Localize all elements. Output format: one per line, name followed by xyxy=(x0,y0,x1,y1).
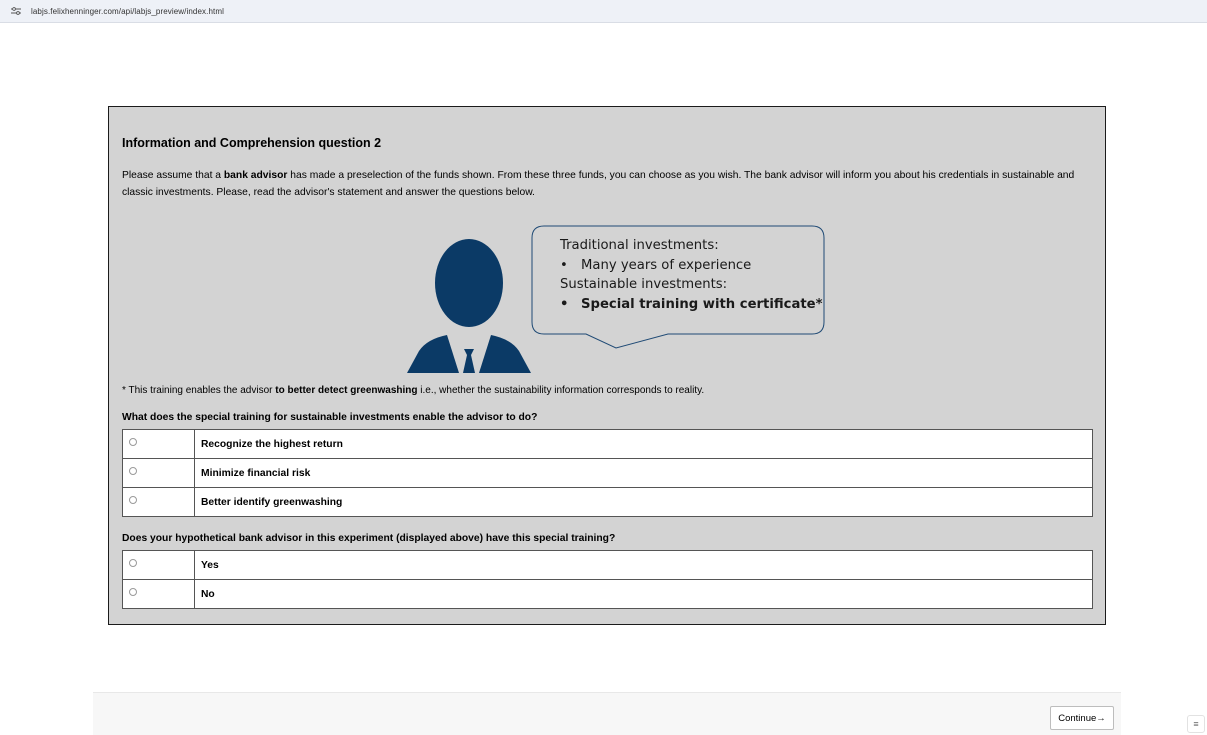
survey-panel: Information and Comprehension question 2… xyxy=(108,106,1106,625)
intro-paragraph: Please assume that a bank advisor has ma… xyxy=(122,167,1097,201)
option-label[interactable]: Recognize the highest return xyxy=(194,429,1093,459)
option-row[interactable]: No xyxy=(122,579,1093,609)
bubble-line-training-text: Special training with certificate* xyxy=(581,296,823,312)
question-1-text: What does the special training for susta… xyxy=(122,412,538,423)
radio-button[interactable] xyxy=(129,437,137,446)
footnote: * This training enables the advisor to b… xyxy=(122,385,704,396)
radio-cell[interactable] xyxy=(122,550,195,580)
option-row[interactable]: Yes xyxy=(122,550,1093,580)
question-1-options: Recognize the highest return Minimize fi… xyxy=(122,429,1093,517)
radio-button[interactable] xyxy=(129,587,137,596)
option-row[interactable]: Recognize the highest return xyxy=(122,429,1093,459)
address-bar[interactable]: labjs.felixhenninger.com/api/labjs_previ… xyxy=(0,0,1207,23)
footer-bar: Continue→ xyxy=(93,692,1121,735)
intro-bold-bank-advisor: bank advisor xyxy=(223,170,288,181)
advisor-figure: Traditional investments: • Many years of … xyxy=(405,225,829,373)
radio-button[interactable] xyxy=(129,495,137,504)
bubble-line-training: • Special training with certificate* xyxy=(560,295,823,315)
continue-button[interactable]: Continue→ xyxy=(1050,706,1114,730)
bubble-line-experience-text: Many years of experience xyxy=(581,257,752,273)
bubble-line-experience: • Many years of experience xyxy=(560,256,823,276)
option-row[interactable]: Minimize financial risk xyxy=(122,458,1093,488)
question-2-text: Does your hypothetical bank advisor in t… xyxy=(122,533,616,544)
bubble-line-sustainable: Sustainable investments: xyxy=(560,277,728,292)
hamburger-menu-icon[interactable]: ≡ xyxy=(1187,715,1205,733)
radio-cell[interactable] xyxy=(122,429,195,459)
page-title: Information and Comprehension question 2 xyxy=(122,136,382,150)
option-label[interactable]: Minimize financial risk xyxy=(194,458,1093,488)
footnote-text-1: * This training enables the advisor xyxy=(122,385,276,396)
advisor-statement: Traditional investments: • Many years of … xyxy=(560,236,823,314)
radio-cell[interactable] xyxy=(122,579,195,609)
intro-text-1: Please assume that a xyxy=(122,170,224,181)
radio-cell[interactable] xyxy=(122,458,195,488)
radio-button[interactable] xyxy=(129,558,137,567)
option-row[interactable]: Better identify greenwashing xyxy=(122,487,1093,517)
site-settings-icon[interactable] xyxy=(10,6,22,16)
bullet: • xyxy=(560,296,569,312)
businessman-icon xyxy=(407,239,531,373)
url-text[interactable]: labjs.felixhenninger.com/api/labjs_previ… xyxy=(31,7,224,16)
option-label[interactable]: Better identify greenwashing xyxy=(194,487,1093,517)
radio-cell[interactable] xyxy=(122,487,195,517)
bullet: • xyxy=(560,257,568,273)
option-label[interactable]: Yes xyxy=(194,550,1093,580)
radio-button[interactable] xyxy=(129,466,137,475)
footnote-bold: to better detect greenwashing xyxy=(275,385,418,396)
footnote-text-2: i.e., whether the sustainability informa… xyxy=(417,385,705,396)
question-2-options: Yes No xyxy=(122,550,1093,609)
option-label[interactable]: No xyxy=(194,579,1093,609)
bubble-line-traditional: Traditional investments: xyxy=(560,238,719,253)
